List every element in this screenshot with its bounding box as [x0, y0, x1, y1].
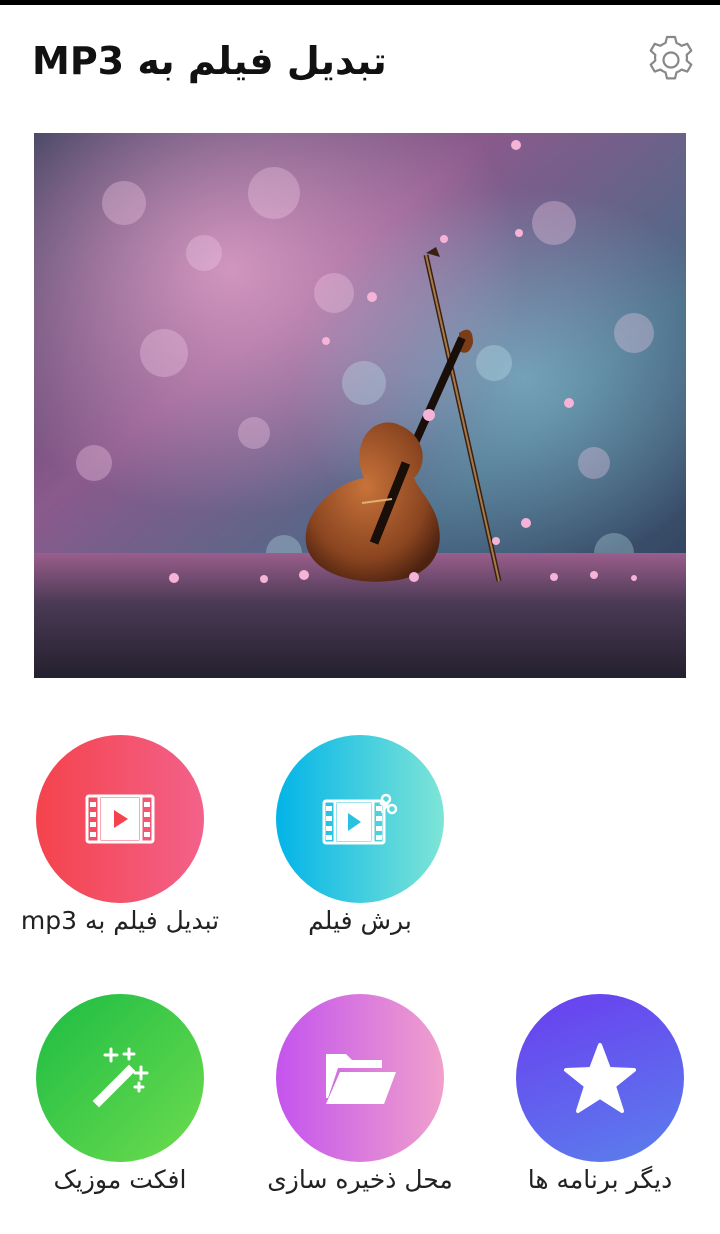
music-effect-circle — [36, 994, 204, 1162]
folder-open-icon — [326, 1054, 396, 1104]
other-apps-button[interactable]: دیگر برنامه ها — [480, 994, 720, 1224]
gear-icon — [649, 35, 693, 80]
music-effect-button[interactable]: افکت موزیک — [0, 994, 240, 1224]
settings-button[interactable] — [644, 33, 698, 87]
app-title: تبدیل فیلم به MP3 — [32, 39, 387, 83]
storage-location-circle — [276, 994, 444, 1162]
star-icon — [564, 1043, 636, 1113]
cut-video-button[interactable]: برش فیلم — [240, 735, 480, 965]
video-cut-icon — [322, 793, 398, 845]
video-play-icon — [85, 794, 155, 844]
magic-wand-icon — [92, 1047, 149, 1108]
status-bar-line — [0, 0, 720, 5]
convert-to-mp3-button[interactable]: تبدیل فیلم به mp3 — [0, 735, 240, 965]
cut-video-label: برش فیلم — [308, 906, 412, 935]
other-apps-label: دیگر برنامه ها — [527, 1165, 673, 1194]
storage-location-label: محل ذخیره سازی — [267, 1165, 453, 1194]
convert-to-mp3-circle — [36, 735, 204, 903]
hero-image — [34, 133, 686, 678]
storage-location-button[interactable]: محل ذخیره سازی — [240, 994, 480, 1224]
cut-video-circle — [276, 735, 444, 903]
other-apps-circle — [516, 994, 684, 1162]
